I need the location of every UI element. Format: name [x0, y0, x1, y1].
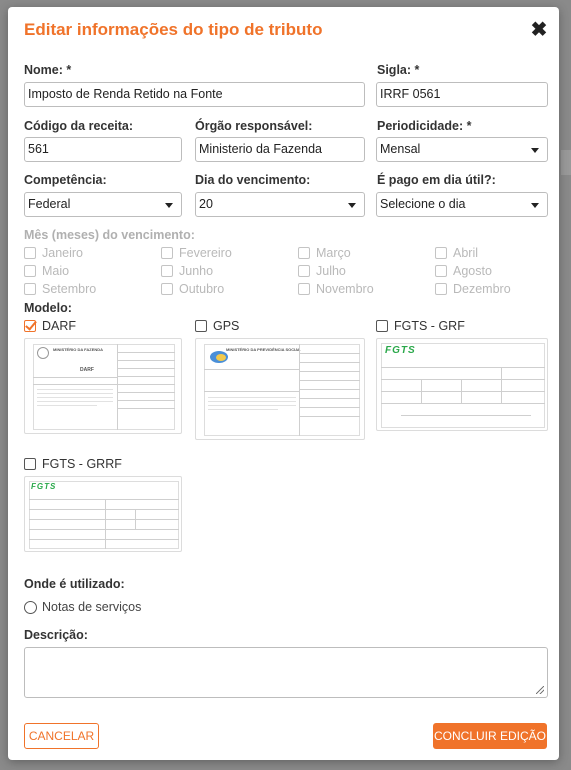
utilizado-label: Onde é utilizado: [24, 577, 125, 591]
month-label: Abril [453, 246, 479, 260]
checkbox-icon [24, 458, 36, 470]
fgts-logo-icon: FGTS [385, 345, 416, 356]
descricao-label: Descrição: [24, 628, 88, 642]
periodicidade-label: Periodicidade: * [377, 119, 472, 133]
option-label: DARF [42, 319, 77, 333]
descricao-textarea[interactable] [24, 647, 548, 698]
orgao-input[interactable]: Ministerio da Fazenda [195, 137, 365, 162]
dia-util-select[interactable]: Selecione o dia [376, 192, 548, 217]
checkbox-icon [161, 247, 173, 259]
dia-vencimento-label: Dia do vencimento: [195, 173, 311, 187]
checkbox-icon [24, 265, 36, 277]
checkbox-icon [435, 247, 447, 259]
periodicidade-select[interactable]: Mensal [376, 137, 548, 162]
gps-preview-image[interactable]: MINISTÉRIO DA PREVIDÊNCIA SOCIAL [195, 338, 365, 440]
month-abril[interactable]: Abril [435, 246, 478, 260]
month-maio[interactable]: Maio [24, 264, 69, 278]
resize-handle-icon[interactable] [536, 686, 544, 694]
modelo-option-fgts-grrf[interactable]: FGTS - GRRF [24, 457, 122, 471]
darf-preview-image[interactable]: MINISTÉRIO DA FAZENDA DARF [24, 338, 182, 434]
month-novembro[interactable]: Novembro [298, 282, 374, 296]
checkbox-icon [435, 283, 447, 295]
checkbox-icon [376, 320, 388, 332]
competencia-label: Competência: [24, 173, 107, 187]
orgao-label: Órgão responsável: [195, 119, 313, 133]
option-label: FGTS - GRRF [42, 457, 122, 471]
month-label: Junho [179, 264, 214, 278]
option-label: GPS [213, 319, 240, 333]
dia-vencimento-select[interactable]: 20 [195, 192, 365, 217]
darf-preview-doc-name: DARF [80, 367, 94, 373]
checkbox-icon [298, 265, 310, 277]
month-agosto[interactable]: Agosto [435, 264, 492, 278]
modelo-option-darf[interactable]: DARF [24, 319, 76, 333]
month-label: Fevereiro [179, 246, 232, 260]
codigo-input[interactable]: 561 [24, 137, 182, 162]
month-label: Dezembro [453, 282, 511, 296]
checkbox-icon [435, 265, 447, 277]
checkbox-icon [161, 283, 173, 295]
modal-title: Editar informações do tipo de tributo [24, 20, 323, 39]
checkbox-icon [298, 247, 310, 259]
month-fevereiro[interactable]: Fevereiro [161, 246, 232, 260]
close-icon[interactable]: ✖ [529, 20, 549, 40]
brasao-icon [37, 347, 49, 359]
backdrop [561, 150, 571, 175]
month-janeiro[interactable]: Janeiro [24, 246, 83, 260]
utilizado-option-notas[interactable]: Notas de serviços [24, 600, 141, 614]
sigla-input[interactable]: IRRF 0561 [376, 82, 548, 107]
radio-icon [24, 600, 37, 614]
month-outubro[interactable]: Outubro [161, 282, 224, 296]
month-label: Março [316, 246, 351, 260]
codigo-label: Código da receita: [24, 119, 134, 133]
month-label: Maio [42, 264, 70, 278]
cancel-button[interactable]: CANCELAR [24, 723, 99, 749]
checkbox-icon [298, 283, 310, 295]
month-dezembro[interactable]: Dezembro [435, 282, 511, 296]
nome-label: Nome: * [24, 63, 72, 77]
fgts-grf-preview-image[interactable]: FGTS [376, 338, 548, 431]
modelo-label: Modelo: [24, 301, 72, 315]
checkbox-icon [161, 265, 173, 277]
month-label: Outubro [179, 282, 225, 296]
darf-preview-heading: MINISTÉRIO DA FAZENDA [53, 347, 104, 352]
confirm-edit-button[interactable]: CONCLUIR EDIÇÃO [433, 723, 547, 749]
month-label: Novembro [316, 282, 374, 296]
month-julho[interactable]: Julho [298, 264, 346, 278]
month-junho[interactable]: Junho [161, 264, 213, 278]
fgts-grrf-preview-image[interactable]: FGTS [24, 476, 182, 552]
option-label: Notas de serviços [42, 600, 142, 614]
checkbox-icon [24, 283, 36, 295]
month-marco[interactable]: Março [298, 246, 351, 260]
modelo-option-fgts-grf[interactable]: FGTS - GRF [376, 319, 465, 333]
modelo-option-gps[interactable]: GPS [195, 319, 239, 333]
fgts-logo-icon: FGTS [31, 482, 57, 491]
dia-util-label: É pago em dia útil?: [377, 173, 496, 187]
checkbox-checked-icon [24, 320, 36, 332]
option-label: FGTS - GRF [394, 319, 465, 333]
month-label: Janeiro [42, 246, 83, 260]
sigla-label: Sigla: * [377, 63, 420, 77]
edit-tax-type-modal: Editar informações do tipo de tributo ✖ … [8, 7, 559, 760]
nome-input[interactable]: Imposto de Renda Retido na Fonte [24, 82, 365, 107]
month-label: Setembro [42, 282, 97, 296]
competencia-select[interactable]: Federal [24, 192, 182, 217]
month-label: Julho [316, 264, 346, 278]
checkbox-icon [195, 320, 207, 332]
month-label: Agosto [453, 264, 492, 278]
month-setembro[interactable]: Setembro [24, 282, 96, 296]
checkbox-icon [24, 247, 36, 259]
gps-preview-heading: MINISTÉRIO DA PREVIDÊNCIA SOCIAL [226, 347, 301, 352]
months-label: Mês (meses) do vencimento: [24, 228, 195, 242]
